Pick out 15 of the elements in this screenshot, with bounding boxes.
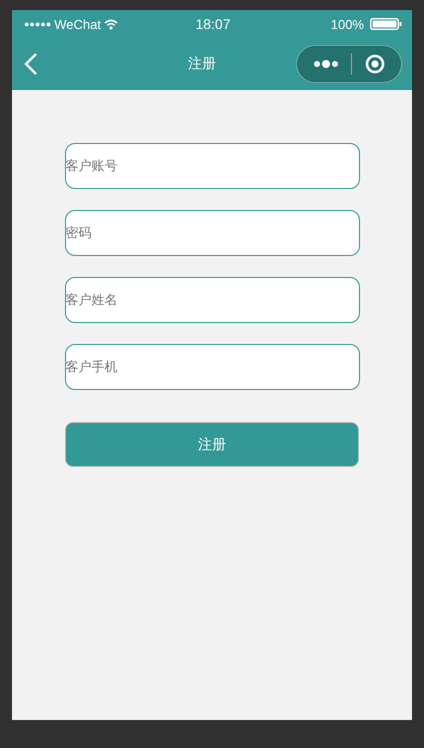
input-field[interactable]: 客户账号: [64, 143, 360, 189]
page-title: 注册: [188, 55, 216, 73]
close-target-icon[interactable]: [364, 54, 385, 74]
input-field[interactable]: 密码: [64, 210, 360, 256]
wifi-icon: [104, 18, 118, 30]
battery-level: 100%: [330, 16, 364, 32]
carrier-name: WeChat: [54, 16, 101, 32]
back-icon[interactable]: [24, 52, 38, 76]
register-button[interactable]: 注册: [65, 422, 359, 467]
input-field[interactable]: 客户手机: [64, 344, 360, 390]
more-icon[interactable]: [313, 59, 340, 69]
signal-dots: ●●●●●: [24, 19, 52, 29]
input-field[interactable]: 客户姓名: [64, 277, 360, 323]
battery-icon: [370, 18, 402, 30]
status-time: 18:07: [195, 16, 231, 32]
